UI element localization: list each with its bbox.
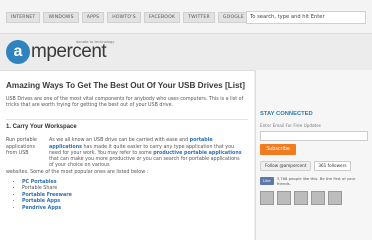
section-heading: 1. Carry Your Workspace [6, 119, 248, 130]
site-header: a mpercent donate to technology [0, 34, 372, 70]
top-nav: INTERNET WINDOWS APPS HOWTO'S FACEBOOK T… [6, 12, 249, 23]
twitter-follow: Follow @ampercent 361 followers [260, 161, 368, 171]
nav-item-apps[interactable]: APPS [81, 12, 105, 23]
facebook-like: Like 3,768 people like this. Be the firs… [260, 176, 368, 186]
section-body: Run portable applications from USB As we… [6, 138, 248, 169]
pull-quote: Run portable applications from USB [6, 138, 37, 156]
article-content: Amazing Ways To Get The Best Out Of Your… [0, 70, 254, 240]
like-count-text: 3,768 people like this. Be the first of … [276, 176, 356, 186]
list-item[interactable]: Pendrive Apps [22, 206, 248, 213]
list-intro: websites. Some of the most popular ones … [6, 170, 149, 176]
paragraph-text-c: that can make you more productive or you… [49, 157, 240, 169]
nav-item-howtos[interactable]: HOWTO'S [107, 12, 141, 23]
followers-count: 361 followers [314, 161, 351, 171]
avatar[interactable] [328, 191, 342, 205]
avatar[interactable] [277, 191, 291, 205]
nav-item-windows[interactable]: WINDOWS [43, 12, 79, 23]
like-button[interactable]: Like [260, 177, 274, 185]
site-logo[interactable]: a mpercent donate to technology [6, 40, 118, 66]
section-paragraph: As we all know an USB drive can be carri… [49, 138, 245, 169]
avatar[interactable] [294, 191, 308, 205]
sidebar: STAY CONNECTED Enter Email For Free Upda… [255, 70, 372, 240]
avatar[interactable] [311, 191, 325, 205]
nav-item-google[interactable]: GOOGLE [217, 12, 249, 23]
email-field[interactable] [260, 131, 368, 141]
list-item: Portable Share [22, 186, 248, 193]
productive-portable-applications-link[interactable]: productive portable applications [153, 151, 241, 156]
subscribe-button[interactable]: Subscribe [260, 144, 296, 155]
logo-text: mpercent [31, 41, 107, 62]
nav-item-facebook[interactable]: FACEBOOK [143, 12, 181, 23]
article-title[interactable]: Amazing Ways To Get The Best Out Of Your… [6, 81, 248, 91]
stay-connected-heading: STAY CONNECTED [260, 111, 313, 117]
email-label: Enter Email For Free Updates [260, 123, 321, 128]
logo-mark: a [6, 40, 30, 64]
fan-faces [260, 191, 368, 205]
avatar[interactable] [260, 191, 274, 205]
nav-item-twitter[interactable]: TWITTER [183, 12, 215, 23]
nav-item-internet[interactable]: INTERNET [6, 12, 41, 23]
search-input[interactable]: To search, type and hit Enter [246, 11, 366, 24]
article-intro: USB Drives are one of the most vital com… [6, 97, 244, 109]
paragraph-text-a: As we all know an USB drive can be carri… [49, 138, 190, 144]
top-bar: INTERNET WINDOWS APPS HOWTO'S FACEBOOK T… [0, 0, 372, 34]
logo-tagline: donate to technology [76, 40, 115, 44]
follow-button[interactable]: Follow @ampercent [260, 161, 312, 171]
main-area: Amazing Ways To Get The Best Out Of Your… [0, 70, 372, 240]
portable-apps-list: PC Portables Portable Share Portable Fre… [6, 180, 248, 213]
list-item[interactable]: Portable Apps [22, 199, 248, 206]
